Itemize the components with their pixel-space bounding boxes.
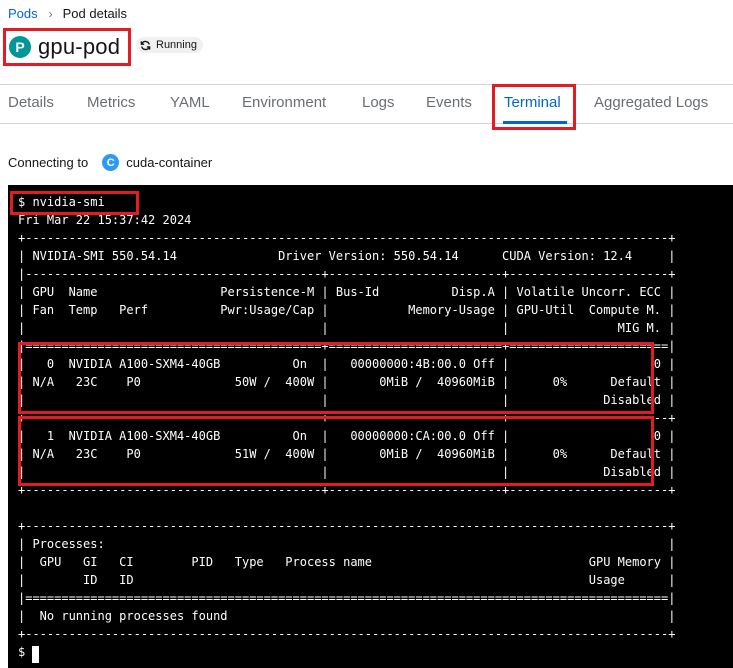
connecting-row: Connecting to C cuda-container bbox=[8, 154, 212, 171]
terminal-command: $ nvidia-smi bbox=[18, 195, 105, 209]
breadcrumb-current: Pod details bbox=[62, 6, 127, 21]
chevron-right-icon: › bbox=[48, 6, 53, 21]
connecting-label: Connecting to bbox=[8, 155, 89, 170]
pod-name: gpu-pod bbox=[38, 34, 121, 59]
status-badge: Running bbox=[136, 37, 203, 53]
tab-environment[interactable]: Environment bbox=[242, 94, 326, 111]
tab-bar: Details Metrics YAML Environment Logs Ev… bbox=[0, 84, 733, 124]
page-title: P gpu-pod bbox=[3, 28, 131, 66]
status-text: Running bbox=[156, 39, 197, 51]
tab-metrics[interactable]: Metrics bbox=[87, 94, 135, 111]
tab-aggregated-logs[interactable]: Aggregated Logs bbox=[594, 94, 708, 111]
pod-resource-badge: P bbox=[9, 36, 31, 58]
terminal-window[interactable]: $ nvidia-smi Fri Mar 22 15:37:42 2024 +--… bbox=[8, 185, 733, 668]
tab-events[interactable]: Events bbox=[426, 94, 472, 111]
terminal-tab-highlight bbox=[492, 84, 576, 130]
tab-details[interactable]: Details bbox=[8, 94, 54, 111]
terminal-cursor bbox=[32, 646, 39, 663]
container-badge: C bbox=[102, 154, 120, 171]
breadcrumb-pods-link[interactable]: Pods bbox=[8, 6, 38, 21]
sync-icon bbox=[140, 40, 151, 50]
tab-logs[interactable]: Logs bbox=[362, 94, 395, 111]
terminal-output: $ nvidia-smi Fri Mar 22 15:37:42 2024 +--… bbox=[18, 193, 675, 661]
container-name[interactable]: cuda-container bbox=[126, 155, 212, 170]
breadcrumb: Pods › Pod details bbox=[8, 6, 127, 21]
nvidia-smi-output: Fri Mar 22 15:37:42 2024 +--------------… bbox=[18, 213, 676, 641]
terminal-prompt: $ bbox=[18, 645, 26, 659]
tab-yaml[interactable]: YAML bbox=[170, 94, 210, 111]
